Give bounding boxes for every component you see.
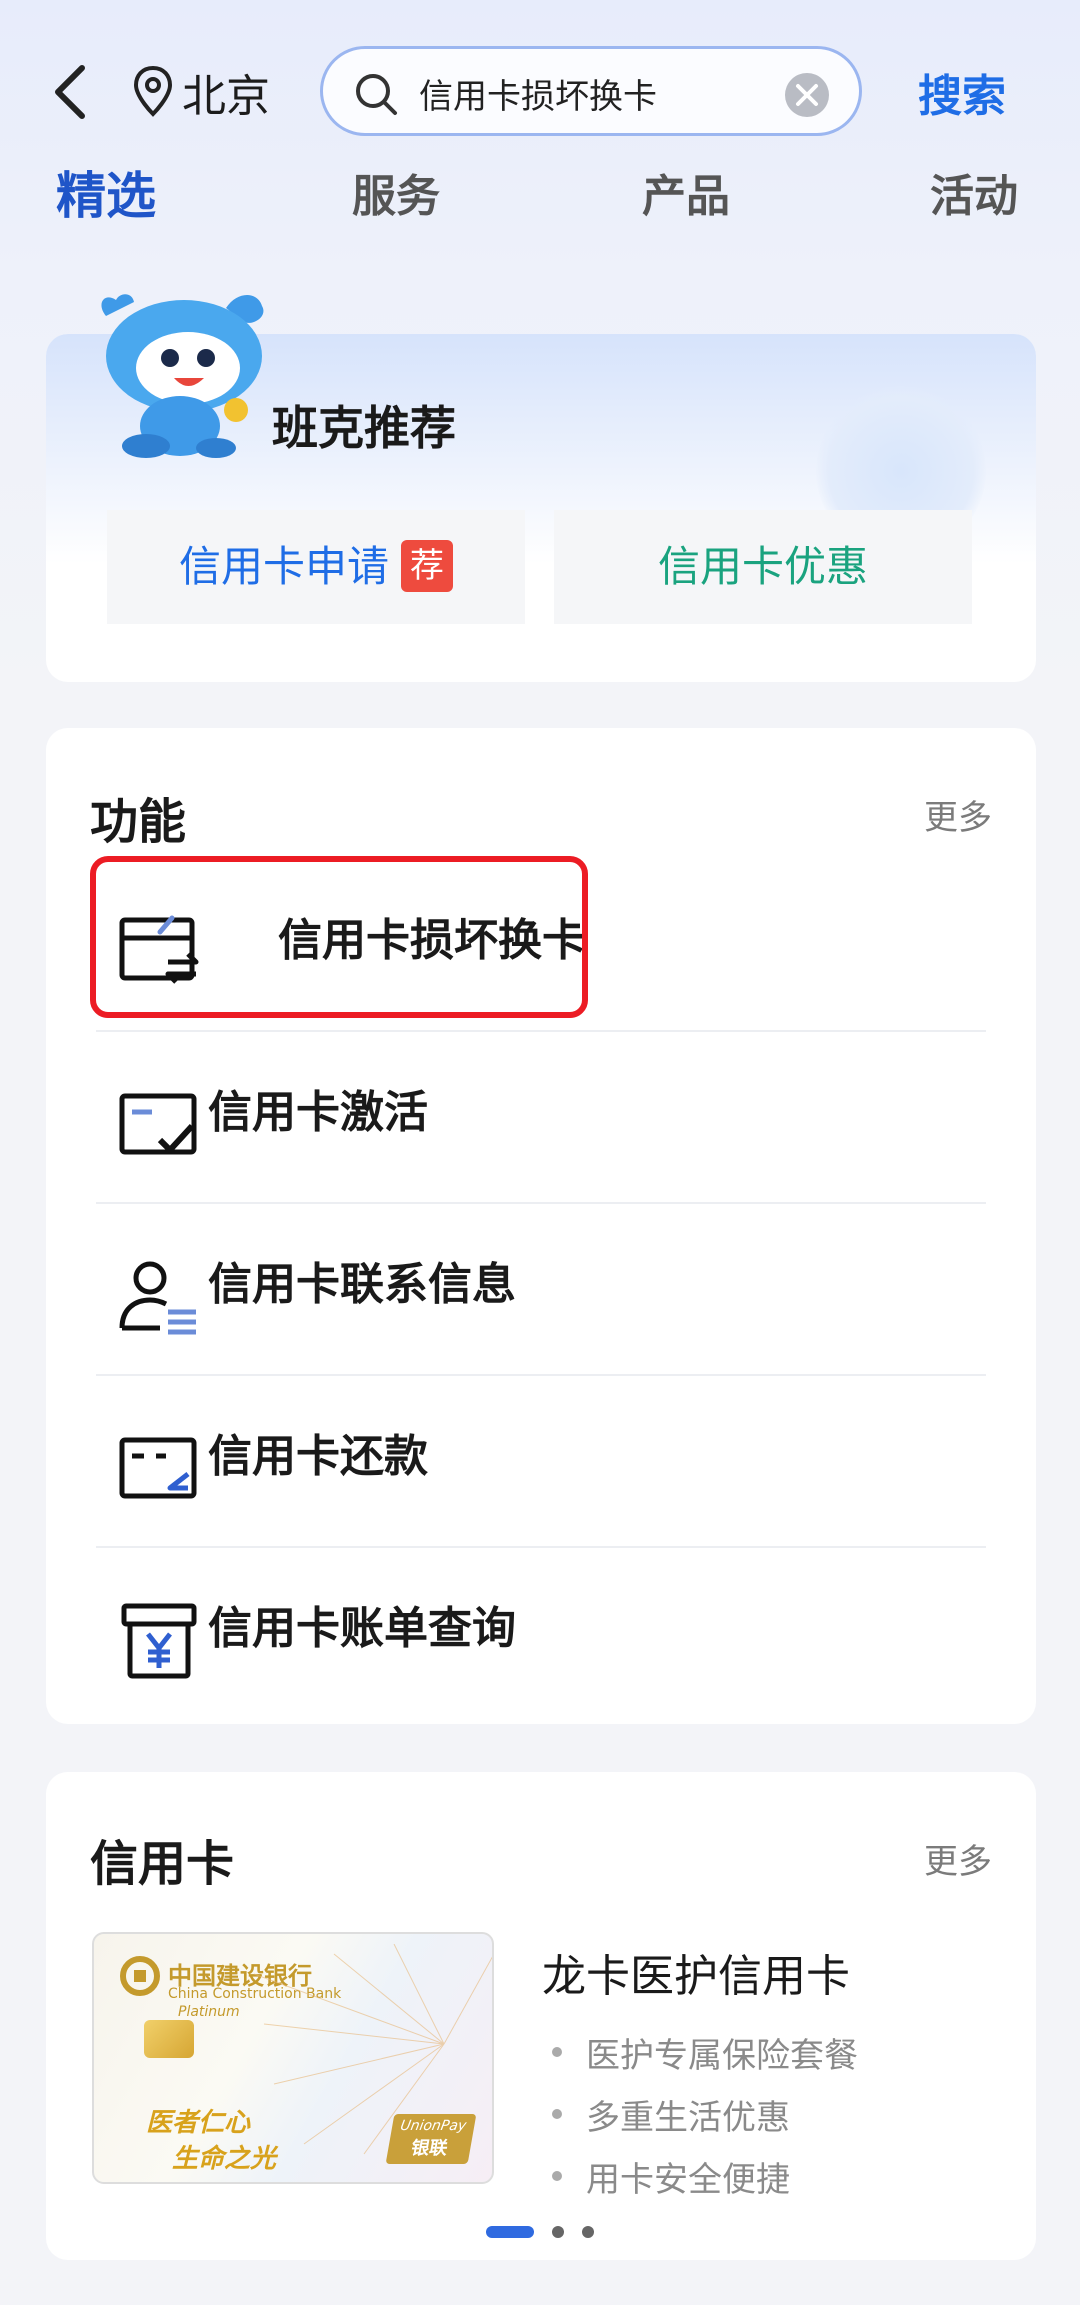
search-icon: [356, 74, 397, 115]
ccb-logo-icon: [120, 1956, 160, 1996]
func-item-bill-query[interactable]: 信用卡账单查询: [96, 1548, 986, 1720]
search-input[interactable]: 信用卡损坏换卡: [320, 46, 862, 136]
search-query-text: 信用卡损坏换卡: [419, 77, 657, 117]
city-selector[interactable]: 北京: [182, 60, 270, 124]
clear-search-button[interactable]: [785, 73, 829, 117]
feature-item: 医护专属保险套餐: [552, 2028, 858, 2077]
slogan-line-1: 医者仁心: [146, 2108, 251, 2138]
mascot-banker-icon: [101, 294, 264, 458]
slogan-line-2: 生命之光: [172, 2144, 277, 2174]
card-repay-icon: [119, 1437, 197, 1499]
category-tabs: 精选 服务 产品 活动: [0, 160, 1080, 230]
close-icon: [796, 84, 818, 106]
func-label: 信用卡激活: [208, 1087, 428, 1138]
highlight-box: [90, 856, 588, 1018]
feature-text: 多重生活优惠: [586, 2098, 790, 2138]
bill-yen-icon: [121, 1603, 197, 1679]
functions-more-link[interactable]: 更多: [924, 790, 992, 839]
recommend-title: 班克推荐: [272, 401, 456, 455]
card-activate-icon: [119, 1093, 197, 1155]
feature-item: 多重生活优惠: [552, 2090, 790, 2139]
tab-products[interactable]: 产品: [642, 160, 730, 224]
unionpay-text: UnionPay: [398, 2118, 468, 2134]
credit-card-offers-button[interactable]: 信用卡优惠: [554, 510, 972, 624]
unionpay-logo: UnionPay 银联: [385, 2114, 477, 2164]
func-item-contact-info[interactable]: 信用卡联系信息: [96, 1204, 986, 1376]
pager-dot[interactable]: [582, 2226, 594, 2238]
pager-dot-active[interactable]: [486, 2226, 534, 2238]
back-arrow-icon[interactable]: [48, 62, 92, 122]
func-label: 信用卡还款: [208, 1431, 428, 1482]
feature-item: 用卡安全便捷: [552, 2152, 790, 2201]
card-tier: Platinum: [178, 2004, 240, 2020]
bullet-dot: [552, 2047, 562, 2057]
func-item-repay[interactable]: 信用卡还款: [96, 1376, 986, 1548]
recommend-badge: 荐: [401, 540, 453, 592]
card-product-name[interactable]: 龙卡医护信用卡: [542, 1940, 850, 2004]
user-contact-icon: [119, 1261, 196, 1335]
credit-card-apply-button[interactable]: 信用卡申请荐: [107, 510, 525, 624]
credit-card-image[interactable]: 中国建设银行 China Construction Bank Platinum …: [92, 1932, 494, 2184]
feature-text: 医护专属保险套餐: [586, 2036, 858, 2076]
credit-card-more-link[interactable]: 更多: [924, 1834, 992, 1883]
unionpay-cn-text: 银联: [409, 2138, 450, 2159]
func-label: 信用卡联系信息: [208, 1259, 516, 1310]
tab-featured[interactable]: 精选: [56, 156, 156, 228]
chip-icon: [144, 2020, 194, 2058]
apply-label: 信用卡申请: [178, 542, 389, 591]
functions-title: 功能: [90, 794, 187, 850]
tab-activities[interactable]: 活动: [930, 160, 1018, 224]
credit-card-section: 信用卡 更多 中国建设银行 China Construction Bank Pl…: [46, 1772, 1036, 2260]
func-item-card-activate[interactable]: 信用卡激活: [96, 1032, 986, 1204]
top-bar: 北京 信用卡损坏换卡 搜索: [0, 0, 1080, 180]
pager-dot[interactable]: [552, 2226, 564, 2238]
bullet-dot: [552, 2171, 562, 2181]
func-label: 信用卡账单查询: [208, 1603, 516, 1654]
bullet-dot: [552, 2109, 562, 2119]
functions-card: 功能 更多 信用卡损坏换卡 信用卡激活 信用卡联系信息 信用卡还款 信用卡账单查…: [46, 728, 1036, 1724]
search-button[interactable]: 搜索: [918, 60, 1006, 124]
credit-card-title: 信用卡: [90, 1836, 235, 1892]
location-pin-icon[interactable]: [132, 64, 174, 118]
feature-text: 用卡安全便捷: [586, 2160, 790, 2200]
tab-services[interactable]: 服务: [352, 160, 440, 224]
